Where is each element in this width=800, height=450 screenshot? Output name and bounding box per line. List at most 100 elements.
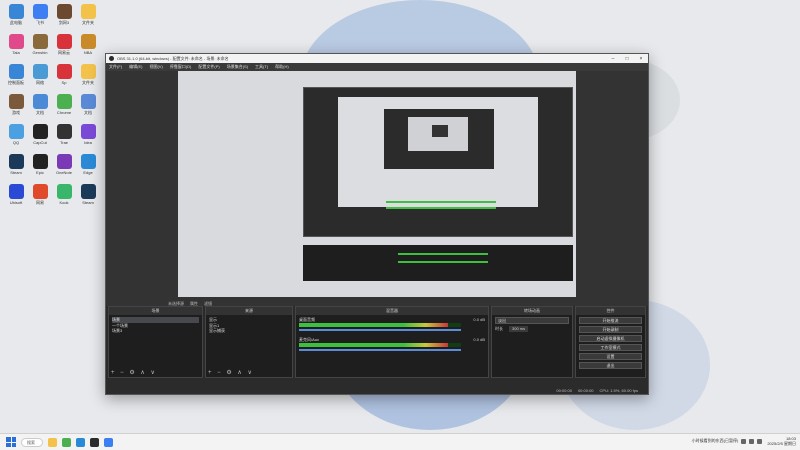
desktop-icon[interactable]: 控制面板 <box>4 64 28 94</box>
obs-taskbar-icon[interactable] <box>90 437 99 447</box>
desktop-icon[interactable]: 文档 <box>76 94 100 124</box>
sources-title: 来源 <box>206 307 292 315</box>
obs-window: OBS 31.1.0 (64-bit, windows) - 配置文件: 未命名… <box>105 53 649 395</box>
exit-button[interactable]: 退出 <box>579 362 642 369</box>
transitions-title: 转场动画 <box>492 307 572 315</box>
desktop-icon[interactable]: OneNote <box>52 154 76 184</box>
desktop-icon[interactable]: NBA <box>76 34 100 64</box>
volume-meter <box>299 323 461 327</box>
app-icon <box>8 184 24 199</box>
taskbar-search[interactable]: 搜索 <box>21 437 43 447</box>
menu-help[interactable]: 帮助(H) <box>275 64 289 70</box>
app-icon <box>32 184 48 199</box>
volume-slider[interactable] <box>299 349 461 351</box>
start-recording-button[interactable]: 开始录制 <box>579 326 642 333</box>
app-icon <box>56 34 72 49</box>
volume-meter-fill <box>299 323 449 327</box>
desktop-icon[interactable]: Sp <box>52 64 76 94</box>
status-bar: 00:00:00 00:00:00 CPU: 1.5%, 60.00 fps <box>106 387 648 394</box>
start-button[interactable] <box>6 437 16 447</box>
volume-icon[interactable] <box>757 438 763 444</box>
desktop-icon-label: 文件夹 <box>82 20 94 25</box>
desktop-icon[interactable]: 飞书 <box>28 4 52 34</box>
desktop-icon[interactable]: 网易云 <box>52 34 76 64</box>
chrome-icon[interactable] <box>62 437 71 447</box>
desktop-icon[interactable]: 游戏 <box>4 94 28 124</box>
virtual-camera-button[interactable]: 启动虚拟摄像机 <box>579 335 642 342</box>
desktop-icon[interactable]: Genshin <box>28 34 52 64</box>
menu-docks[interactable]: 停靠窗口(D) <box>170 64 192 70</box>
volume-slider[interactable] <box>299 329 461 331</box>
app-icon <box>80 4 96 19</box>
studio-mode-button[interactable]: 工作室模式 <box>579 344 642 351</box>
desktop-icon[interactable]: Tala <box>4 34 28 64</box>
desktop-icon[interactable]: 剑网3 <box>52 4 76 34</box>
clock[interactable]: 18:03 2025/2/5 星期日 <box>767 436 796 446</box>
desktop-icon[interactable]: Edge <box>76 154 100 184</box>
duration-input[interactable]: 300 ms <box>509 326 529 332</box>
menu-tools[interactable]: 工具(T) <box>255 64 268 70</box>
audio-channel-desktop: 桌面音频 0.0 dB <box>296 315 488 335</box>
desktop-icon-label: Kook <box>59 200 69 205</box>
menu-file[interactable]: 文件(F) <box>109 64 122 70</box>
settings-button[interactable]: 设置 <box>579 353 642 360</box>
app-icon <box>56 64 72 79</box>
desktop-icon[interactable]: Epic <box>28 154 52 184</box>
desktop-icon[interactable]: 文件夹 <box>76 4 100 34</box>
desktop-icon[interactable]: Chrome <box>52 94 76 124</box>
desktop-icon[interactable]: QQ <box>4 124 28 154</box>
source-add-remove-buttons[interactable]: + − ⚙ ∧ ∨ <box>208 369 254 376</box>
start-streaming-button[interactable]: 开始推流 <box>579 317 642 324</box>
transitions-dock: 转场动画 淡出 时长 300 ms <box>491 306 573 378</box>
scene-item[interactable]: 场景3 <box>112 328 199 334</box>
media-status[interactable]: 小时候看到的东西(已暂停) <box>692 438 739 444</box>
close-icon[interactable]: × <box>634 56 648 62</box>
app-icon <box>32 124 48 139</box>
minimize-icon[interactable]: – <box>606 56 620 62</box>
rec-time: 00:00:00 <box>556 388 572 393</box>
desktop-icon[interactable]: 此电脑 <box>4 4 28 34</box>
desktop-icon[interactable]: 网易 <box>28 184 52 214</box>
feishu-taskbar-icon[interactable] <box>104 437 113 447</box>
desktop-icon-label: Steam <box>10 170 22 175</box>
scene-add-remove-buttons[interactable]: + − ⚙ ∧ ∨ <box>111 369 157 376</box>
menu-edit[interactable]: 编辑(E) <box>129 64 142 70</box>
stream-time: 00:00:00 <box>577 388 594 393</box>
source-item[interactable]: 显示捕获 <box>209 328 289 334</box>
controls-title: 控件 <box>576 307 645 315</box>
desktop-icon[interactable]: Ubisoft <box>4 184 28 214</box>
system-tray: 小时候看到的东西(已暂停) 18:03 2025/2/5 星期日 <box>692 436 796 446</box>
menu-scene-collection[interactable]: 场景集合(S) <box>227 64 248 70</box>
scenes-title: 场景 <box>109 307 202 315</box>
desktop-icon[interactable]: Steam <box>76 184 100 214</box>
cpu-fps: CPU: 1.5%, 60.00 fps <box>599 388 638 393</box>
desktop-icon-label: 文档 <box>84 110 92 115</box>
transition-type-select[interactable]: 淡出 <box>495 317 569 324</box>
app-icon <box>80 124 96 139</box>
file-explorer-icon[interactable] <box>48 437 57 447</box>
menu-profile[interactable]: 配置文件(P) <box>198 64 219 70</box>
desktop-icon[interactable]: Idea <box>76 124 100 154</box>
channel-name: 麦克风/Aux <box>299 337 320 342</box>
app-icon <box>8 154 24 169</box>
app-icon <box>32 34 48 49</box>
clock-date: 2025/2/5 星期日 <box>767 441 796 446</box>
network-icon[interactable] <box>749 438 755 444</box>
desktop-icon[interactable]: 文档 <box>28 94 52 124</box>
preview-canvas[interactable] <box>178 71 576 297</box>
desktop-icon-label: OneNote <box>55 170 72 175</box>
desktop-icon[interactable]: CapCut <box>28 124 52 154</box>
volume-meter-fill <box>299 343 449 347</box>
menu-view[interactable]: 视图(V) <box>149 64 162 70</box>
desktop-icon[interactable]: 网络 <box>28 64 52 94</box>
desktop-icon[interactable]: 文件夹 <box>76 64 100 94</box>
desktop-icon[interactable]: Steam <box>4 154 28 184</box>
desktop-icon[interactable]: Kook <box>52 184 76 214</box>
desktop-icon-label: 此电脑 <box>10 20 22 25</box>
desktop-icon-label: NBA <box>83 50 93 55</box>
chevron-up-icon[interactable] <box>741 438 747 444</box>
edge-icon[interactable] <box>76 437 85 447</box>
desktop-icon[interactable]: Trae <box>52 124 76 154</box>
maximize-icon[interactable]: □ <box>620 56 634 62</box>
desktop-icon-label: 文档 <box>36 110 44 115</box>
